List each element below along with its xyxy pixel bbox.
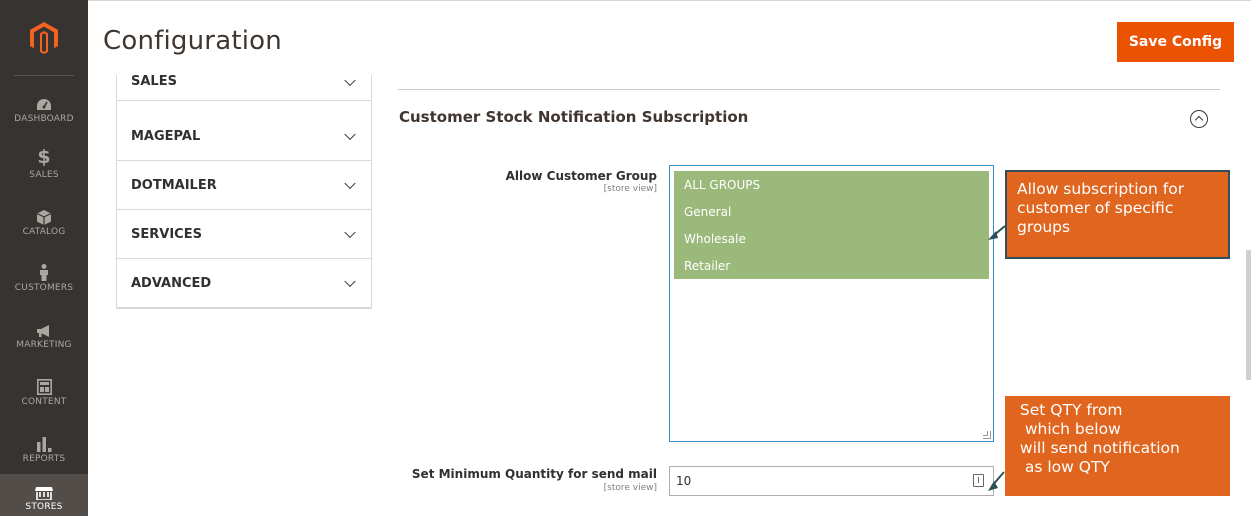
layout-icon xyxy=(36,371,52,395)
magento-logo-icon xyxy=(30,21,58,54)
gauge-icon xyxy=(36,88,52,112)
annotation-qty-line: Set QTY from xyxy=(1015,401,1123,419)
megaphone-icon xyxy=(36,314,52,338)
nav-dashboard-label: DASHBOARD xyxy=(14,114,74,124)
tab-sales-label: SALES xyxy=(131,74,177,89)
nav-marketing-label: MARKETING xyxy=(16,340,72,350)
bar-chart-icon xyxy=(36,428,52,452)
nav-dashboard[interactable]: DASHBOARD xyxy=(0,88,88,144)
allow-customer-group-label: Allow Customer Group xyxy=(505,169,657,183)
config-tabs: SALES MAGEPAL DOTMAILER SERVICES ADVANCE… xyxy=(116,74,372,309)
tab-dotmailer-label: DOTMAILER xyxy=(131,177,217,193)
store-icon xyxy=(35,484,53,500)
top-divider xyxy=(88,0,1251,1)
min-quantity-scope: [store view] xyxy=(603,483,657,493)
tab-advanced[interactable]: ADVANCED xyxy=(117,259,371,308)
tab-dotmailer[interactable]: DOTMAILER xyxy=(117,161,371,210)
field-helper-icon xyxy=(973,474,984,487)
annotation-subscription: Allow subscription for customer of speci… xyxy=(1005,170,1230,259)
nav-sales-label: SALES xyxy=(29,170,59,180)
page-title: Configuration xyxy=(103,26,282,56)
option-general[interactable]: General xyxy=(674,198,989,225)
magento-logo[interactable] xyxy=(0,0,88,75)
page-scrollbar[interactable] xyxy=(1246,250,1251,380)
allow-customer-group-scope: [store view] xyxy=(603,184,657,194)
chevron-down-icon xyxy=(344,128,356,141)
nav-customers[interactable]: CUSTOMERS xyxy=(0,257,88,313)
resize-grip-icon[interactable] xyxy=(983,431,991,439)
dollar-icon: $ xyxy=(37,146,51,168)
section-divider xyxy=(398,89,1220,90)
arrow-line-groups xyxy=(992,225,1006,237)
nav-content-label: CONTENT xyxy=(21,397,67,407)
tab-services[interactable]: SERVICES xyxy=(117,210,371,259)
tab-magepal[interactable]: MAGEPAL xyxy=(117,112,371,161)
tab-services-label: SERVICES xyxy=(131,226,202,242)
min-quantity-input[interactable] xyxy=(669,466,994,496)
option-wholesale[interactable]: Wholesale xyxy=(674,225,989,252)
nav-content[interactable]: CONTENT xyxy=(0,371,88,427)
nav-customers-label: CUSTOMERS xyxy=(14,283,74,293)
tab-magepal-label: MAGEPAL xyxy=(131,128,201,144)
nav-catalog-label: CATALOG xyxy=(22,227,66,237)
admin-sidebar: DASHBOARD $ SALES CATALOG CUSTOMERS MARK… xyxy=(0,0,88,516)
option-all-groups[interactable]: ALL GROUPS xyxy=(674,171,989,198)
customer-group-multiselect[interactable]: ALL GROUPS General Wholesale Retailer xyxy=(669,165,994,442)
annotation-qty-line: as low QTY xyxy=(1015,458,1110,476)
nav-reports-label: REPORTS xyxy=(22,454,66,464)
section-title[interactable]: Customer Stock Notification Subscription xyxy=(399,108,748,126)
nav-catalog[interactable]: CATALOG xyxy=(0,201,88,257)
person-icon xyxy=(39,257,49,281)
chevron-down-icon xyxy=(344,177,356,190)
nav-sales[interactable]: $ SALES xyxy=(0,144,88,200)
nav-stores[interactable]: STORES xyxy=(0,474,88,516)
annotation-qty: Set QTY from which below will send notif… xyxy=(1005,396,1230,496)
annotation-qty-line: which below xyxy=(1015,420,1121,438)
tab-advanced-label: ADVANCED xyxy=(131,275,212,291)
tab-sales[interactable]: SALES xyxy=(117,63,371,101)
collapse-section-icon[interactable] xyxy=(1190,110,1208,128)
chevron-down-icon xyxy=(344,275,356,288)
chevron-down-icon xyxy=(344,74,356,86)
annotation-qty-line: will send notification xyxy=(1015,439,1180,457)
nav-stores-label: STORES xyxy=(25,502,63,512)
min-quantity-label: Set Minimum Quantity for send mail xyxy=(411,467,657,481)
logo-divider xyxy=(14,75,74,76)
save-config-button[interactable]: Save Config xyxy=(1117,22,1234,62)
nav-marketing[interactable]: MARKETING xyxy=(0,314,88,370)
chevron-down-icon xyxy=(344,226,356,239)
box-icon xyxy=(37,201,51,225)
option-retailer[interactable]: Retailer xyxy=(674,252,989,279)
